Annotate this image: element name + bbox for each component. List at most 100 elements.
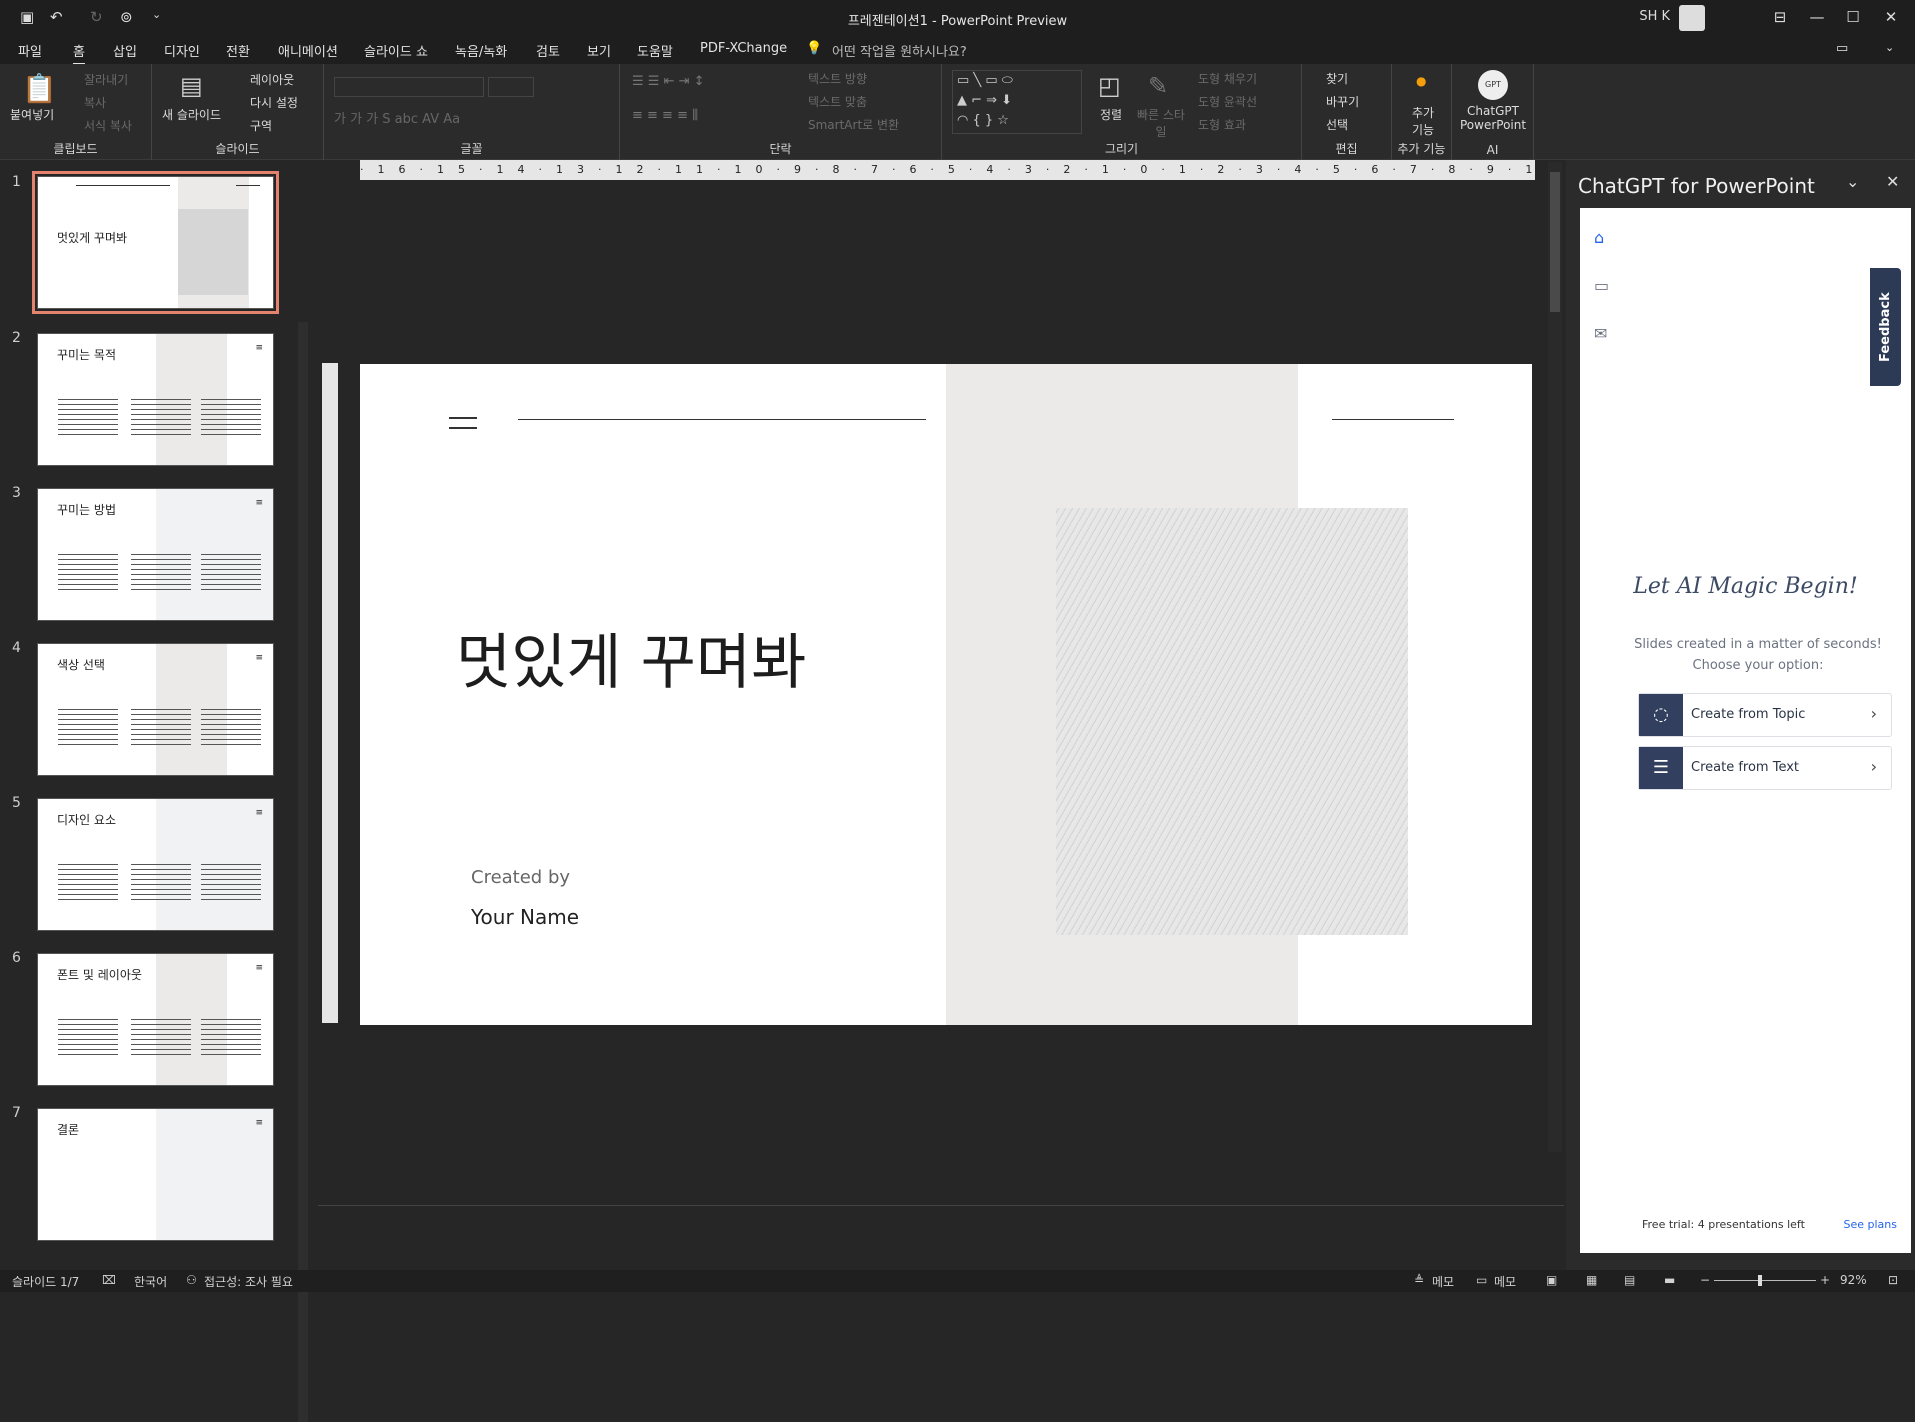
slide-thumbnail[interactable]: ≡ 폰트 및 레이아웃	[37, 953, 274, 1086]
shape-outline-button[interactable]: 도형 윤곽선	[1198, 93, 1257, 110]
list-icons[interactable]: ☰ ☰ ⇤ ⇥ ↕	[632, 74, 705, 89]
ribbon-display-icon[interactable]: ⊟	[1760, 4, 1800, 30]
slide-thumbnail[interactable]: ≡ 꾸미는 목적	[37, 333, 274, 466]
arrange-icon[interactable]: ◰	[1098, 72, 1121, 100]
arrange-button[interactable]: 정렬	[1100, 106, 1122, 123]
create-from-topic-button[interactable]: ◌ Create from Topic ›	[1638, 693, 1892, 737]
sorter-view-icon[interactable]: ▦	[1586, 1273, 1597, 1287]
comments-icon[interactable]: ▭	[1836, 41, 1848, 56]
thumbnails-scrollbar[interactable]	[298, 322, 308, 1422]
chevron-down-icon[interactable]: ⌄	[1846, 172, 1859, 191]
maximize-icon[interactable]: ☐	[1833, 4, 1873, 30]
briefcase-icon[interactable]: ▭	[1594, 276, 1609, 295]
reset-button[interactable]: 다시 설정	[250, 94, 298, 111]
tab-transitions[interactable]: 전환	[226, 41, 250, 60]
slide-created-by[interactable]: Created by	[471, 867, 570, 888]
shape-fill-button[interactable]: 도형 채우기	[1198, 70, 1257, 87]
fit-slide-icon[interactable]: ⊡	[1888, 1273, 1898, 1287]
tab-view[interactable]: 보기	[587, 41, 611, 60]
slide-thumbnail[interactable]: ≡ 결론	[37, 1108, 274, 1241]
zoom-slider-thumb[interactable]	[1758, 1275, 1762, 1286]
section-button[interactable]: 구역	[250, 117, 272, 134]
tab-help[interactable]: 도움말	[637, 41, 673, 60]
chatgpt-button[interactable]: ChatGPT PowerPoint	[1460, 104, 1526, 132]
addins-icon[interactable]: ●	[1416, 74, 1426, 88]
tab-record[interactable]: 녹음/녹화	[455, 41, 507, 60]
cut-button[interactable]: 잘라내기	[84, 71, 128, 88]
group-label: 편집	[1335, 142, 1358, 156]
shape-effect-button[interactable]: 도형 효과	[1198, 116, 1246, 133]
spellcheck-icon[interactable]: ⌧	[102, 1273, 116, 1287]
copy-button[interactable]: 복사	[84, 94, 106, 111]
slide-image[interactable]	[1056, 508, 1408, 935]
slide-counter[interactable]: 슬라이드 1/7	[12, 1273, 79, 1290]
chatgpt-logo[interactable]: GPT	[1478, 70, 1508, 100]
home-icon[interactable]: ⌂	[1594, 228, 1604, 247]
group-font: 가 가 가 S abc AV Aa 글꼴	[324, 64, 620, 160]
zoom-out-icon[interactable]: −	[1700, 1273, 1710, 1287]
addins-button[interactable]: 추가 기능	[1408, 104, 1438, 138]
slide-title[interactable]: 멋있게 꾸며봐	[456, 614, 806, 701]
tab-pdfxchange[interactable]: PDF-XChange	[700, 41, 787, 56]
tab-review[interactable]: 검토	[536, 41, 560, 60]
shapes-gallery[interactable]: ▭ ╲ ▭ ⬭ ▲ ⌐ ⇒ ⬇ ◠ { } ☆	[952, 70, 1082, 134]
align-icons[interactable]: ≡ ≡ ≡ ≡ ⫼	[632, 108, 698, 123]
create-from-text-button[interactable]: ☰ Create from Text ›	[1638, 746, 1892, 790]
layout-button[interactable]: 레이아웃	[250, 71, 294, 88]
zoom-slider[interactable]	[1714, 1280, 1816, 1281]
paste-icon[interactable]: 📋	[22, 72, 57, 105]
font-format-icons[interactable]: 가 가 가 S abc AV Aa	[334, 108, 460, 127]
quick-styles-button[interactable]: 빠른 스타일	[1136, 106, 1186, 140]
text-align-button[interactable]: 텍스트 맞춤	[808, 93, 867, 110]
font-family-input[interactable]	[334, 77, 484, 97]
slide-thumbnail[interactable]: ≡ 꾸미는 방법	[37, 488, 274, 621]
reading-view-icon[interactable]: ▤	[1624, 1273, 1635, 1287]
panel-title: ChatGPT for PowerPoint	[1578, 174, 1815, 198]
notes-area[interactable]	[318, 1205, 1564, 1270]
replace-button[interactable]: 바꾸기	[1326, 93, 1359, 110]
chevron-down-icon[interactable]: ⌄	[1885, 41, 1894, 54]
feedback-tab[interactable]: Feedback	[1870, 268, 1901, 386]
slide-thumbnail[interactable]: ≡ 색상 선택	[37, 643, 274, 776]
slideshow-view-icon[interactable]: ▬	[1664, 1273, 1675, 1287]
group-ai: GPT ChatGPT PowerPoint AI	[1452, 64, 1534, 160]
slide-thumbnail[interactable]: ≡ 디자인 요소	[37, 798, 274, 931]
font-size-input[interactable]	[488, 77, 534, 97]
user-name[interactable]: SH K	[1639, 9, 1670, 24]
new-slide-icon[interactable]: ▤	[180, 72, 203, 100]
tab-animations[interactable]: 애니메이션	[278, 41, 338, 60]
close-icon[interactable]: ✕	[1886, 172, 1899, 191]
quick-styles-icon[interactable]: ✎	[1148, 72, 1168, 100]
tab-slideshow[interactable]: 슬라이드 쇼	[364, 41, 428, 60]
zoom-level[interactable]: 92%	[1840, 1273, 1867, 1287]
tab-home[interactable]: 홈	[73, 41, 85, 66]
minimize-icon[interactable]: —	[1797, 4, 1837, 30]
text-direction-button[interactable]: 텍스트 방향	[808, 70, 867, 87]
zoom-in-icon[interactable]: +	[1820, 1273, 1830, 1287]
tab-file[interactable]: 파일	[18, 41, 42, 60]
accessibility-status[interactable]: 접근성: 조사 필요	[204, 1273, 293, 1290]
tab-design[interactable]: 디자인	[164, 41, 200, 60]
slide-author[interactable]: Your Name	[471, 905, 579, 929]
language-status[interactable]: 한국어	[134, 1273, 167, 1290]
notes-button[interactable]: 메모	[1432, 1273, 1454, 1290]
normal-view-icon[interactable]: ▣	[1546, 1273, 1557, 1287]
tab-insert[interactable]: 삽입	[113, 41, 137, 60]
slide-canvas[interactable]: 멋있게 꾸며봐 Created by Your Name	[360, 364, 1532, 1025]
slide-thumbnail[interactable]: 멋있게 꾸며봐	[32, 171, 279, 314]
search-hint[interactable]: 어떤 작업을 원하시나요?	[832, 41, 967, 60]
comments-button[interactable]: 메모	[1494, 1273, 1516, 1290]
avatar[interactable]	[1679, 5, 1705, 31]
mail-icon[interactable]: ✉	[1594, 324, 1607, 343]
new-slide-button[interactable]: 새 슬라이드	[162, 106, 221, 123]
find-button[interactable]: 찾기	[1326, 70, 1348, 87]
thumb-title: 폰트 및 레이아웃	[57, 968, 142, 982]
paste-button[interactable]: 붙여넣기	[10, 106, 54, 123]
menu-bar: 파일 홈 삽입 디자인 전환 애니메이션 슬라이드 쇼 녹음/녹화 검토 보기 …	[0, 36, 1915, 66]
format-painter-button[interactable]: 서식 복사	[84, 117, 132, 134]
slide-scrollbar[interactable]	[1548, 162, 1562, 1152]
select-button[interactable]: 선택	[1326, 116, 1348, 133]
close-icon[interactable]: ✕	[1871, 4, 1911, 30]
see-plans-link[interactable]: See plans	[1844, 1218, 1898, 1231]
smartart-button[interactable]: SmartArt로 변환	[808, 116, 899, 133]
